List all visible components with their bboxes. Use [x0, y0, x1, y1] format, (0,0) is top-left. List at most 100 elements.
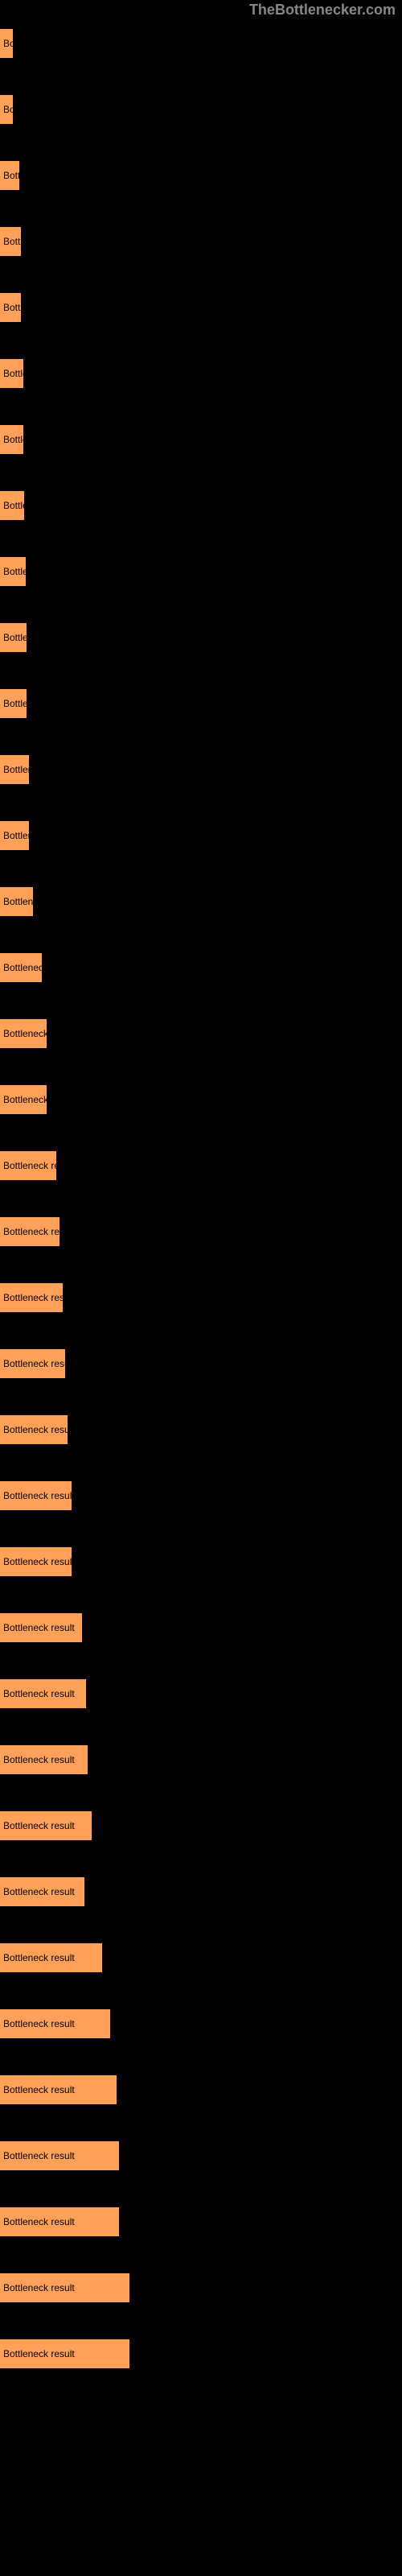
bar-label [0, 2061, 402, 2072]
bar-label [0, 1071, 402, 1082]
bar-row: Bottleneck result [0, 1071, 402, 1114]
chart-bar: Bottleneck result [0, 689, 27, 718]
bar-row: Bottleneck result [0, 1137, 402, 1180]
bar-label [0, 345, 402, 356]
bar-row: Bottleneck result [0, 2061, 402, 2104]
chart-bar: Bottleneck result [0, 2141, 119, 2170]
bar-label [0, 807, 402, 818]
bar-row: Bottleneck result [0, 1863, 402, 1906]
chart-bar: Bottleneck result [0, 557, 26, 586]
bar-row: Bottleneck result [0, 1929, 402, 1972]
bar-row: Bottleneck result [0, 543, 402, 586]
bar-row: Bottleneck result [0, 147, 402, 190]
chart-bar: Bottleneck result [0, 1943, 102, 1972]
chart-bar: Bottleneck result [0, 623, 27, 652]
bar-row: Bottleneck result [0, 741, 402, 784]
bar-label [0, 411, 402, 422]
bar-row: Bottleneck result [0, 2325, 402, 2368]
chart-bar: Bottleneck result [0, 2009, 110, 2038]
bar-row: Bottleneck result [0, 213, 402, 256]
bar-row: Bottleneck result [0, 2193, 402, 2236]
bar-row: Bottleneck result [0, 411, 402, 454]
bar-label [0, 1203, 402, 1214]
chart-bar: Bottleneck result [0, 1085, 47, 1114]
bar-label [0, 609, 402, 620]
bar-label [0, 543, 402, 554]
chart-bar: Bottleneck result [0, 887, 33, 916]
bar-row: Bottleneck result [0, 1467, 402, 1510]
bar-row: Bottleneck result [0, 807, 402, 850]
bar-label [0, 80, 402, 92]
bar-label [0, 1599, 402, 1610]
bar-row: Bottleneck result [0, 675, 402, 718]
chart-bar: Bottleneck result [0, 29, 13, 58]
chart-bar: Bottleneck result [0, 95, 13, 124]
bar-row: Bottleneck result [0, 1797, 402, 1840]
bar-row: Bottleneck result [0, 1599, 402, 1642]
chart-bar: Bottleneck result [0, 2075, 117, 2104]
bar-label [0, 2325, 402, 2336]
chart-bar: Bottleneck result [0, 1679, 86, 1708]
chart-bar: Bottleneck result [0, 161, 19, 190]
bar-label [0, 477, 402, 488]
bar-row: Bottleneck result [0, 80, 402, 124]
bar-label [0, 1995, 402, 2006]
bar-label [0, 675, 402, 686]
bar-label [0, 1863, 402, 1874]
bar-row: Bottleneck result [0, 1335, 402, 1378]
bar-row: Bottleneck result [0, 1665, 402, 1708]
bar-label [0, 213, 402, 224]
bar-label [0, 1797, 402, 1808]
chart-bar: Bottleneck result [0, 227, 21, 256]
bar-label [0, 939, 402, 950]
chart-bar: Bottleneck result [0, 1877, 84, 1906]
bar-label [0, 1929, 402, 1940]
bar-label [0, 1467, 402, 1478]
chart-bar: Bottleneck result [0, 1547, 72, 1576]
bar-row: Bottleneck result [0, 1731, 402, 1774]
chart-bar: Bottleneck result [0, 755, 29, 784]
chart-bar: Bottleneck result [0, 1019, 47, 1048]
bar-label [0, 741, 402, 752]
bar-label [0, 2127, 402, 2138]
chart-bar: Bottleneck result [0, 2273, 129, 2302]
bar-row: Bottleneck result [0, 1533, 402, 1576]
chart-bar: Bottleneck result [0, 1613, 82, 1642]
chart-bar: Bottleneck result [0, 821, 29, 850]
bar-row: Bottleneck result [0, 1203, 402, 1246]
bar-row: Bottleneck result [0, 1005, 402, 1048]
bar-row: Bottleneck result [0, 345, 402, 388]
bar-label [0, 1665, 402, 1676]
bar-row: Bottleneck result [0, 609, 402, 652]
chart-bar: Bottleneck result [0, 1217, 59, 1246]
bar-label [0, 2259, 402, 2270]
bar-row: Bottleneck result [0, 873, 402, 916]
bar-label [0, 1731, 402, 1742]
chart-bar: Bottleneck result [0, 2339, 129, 2368]
bar-row: Bottleneck result [0, 1401, 402, 1444]
chart-bar: Bottleneck result [0, 293, 21, 322]
chart-container: Bottleneck result Bottleneck result Bott… [0, 0, 402, 2368]
chart-bar: Bottleneck result [0, 1415, 68, 1444]
bar-row: Bottleneck result [0, 1269, 402, 1312]
bar-label [0, 147, 402, 158]
chart-bar: Bottleneck result [0, 1283, 63, 1312]
bar-row: Bottleneck result [0, 939, 402, 982]
bar-label [0, 1137, 402, 1148]
bar-row: Bottleneck result [0, 477, 402, 520]
chart-bar: Bottleneck result [0, 953, 42, 982]
chart-bar: Bottleneck result [0, 1811, 92, 1840]
chart-bar: Bottleneck result [0, 491, 24, 520]
bar-label [0, 279, 402, 290]
bar-label [0, 1401, 402, 1412]
bar-label [0, 1533, 402, 1544]
bar-row: Bottleneck result [0, 2127, 402, 2170]
chart-bar: Bottleneck result [0, 1481, 72, 1510]
bar-row: Bottleneck result [0, 279, 402, 322]
bar-row: Bottleneck result [0, 2259, 402, 2302]
watermark-text: TheBottlenecker.com [249, 2, 396, 19]
bar-row: Bottleneck result [0, 1995, 402, 2038]
chart-bar: Bottleneck result [0, 2207, 119, 2236]
chart-bar: Bottleneck result [0, 1151, 56, 1180]
bar-row: Bottleneck result [0, 14, 402, 58]
